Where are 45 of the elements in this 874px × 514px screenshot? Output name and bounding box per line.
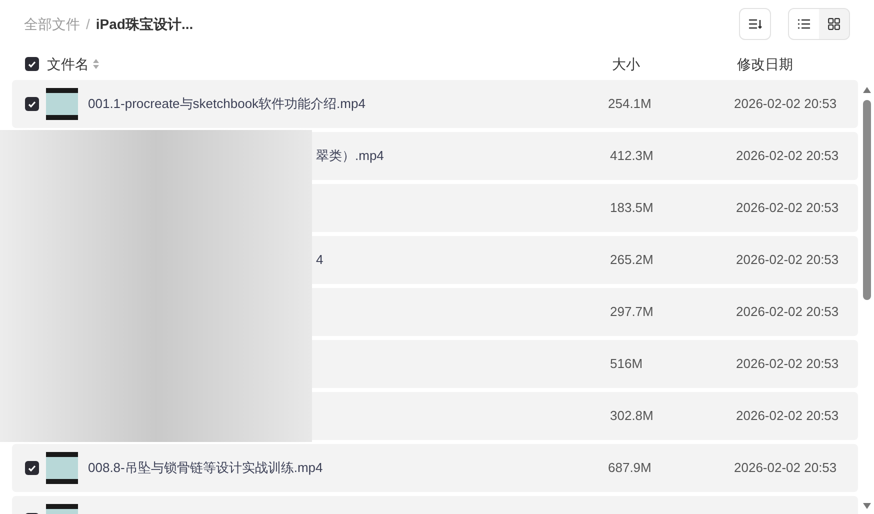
column-header: 修改日期: [737, 54, 793, 74]
file-size: 265.2M: [610, 251, 654, 270]
video-thumbnail: [46, 88, 78, 120]
checkmark-icon: [28, 60, 36, 68]
file-size: 302.8M: [610, 407, 654, 426]
modified-date: 2026-02-02 20:53: [736, 303, 839, 322]
video-thumbnail: [46, 452, 78, 484]
breadcrumb-current[interactable]: iPad珠宝设计...: [96, 14, 194, 34]
file-name[interactable]: 001.1-procreate与sketchbook软件功能介绍.mp4: [88, 94, 608, 114]
column-header: 大小: [612, 54, 641, 74]
sort-icon: [748, 18, 762, 30]
file-name[interactable]: 4: [316, 250, 610, 270]
file-size: 412.3M: [610, 147, 654, 166]
file-size: 516M: [610, 355, 644, 374]
list-view-button[interactable]: [789, 9, 819, 39]
file-name[interactable]: 翠类）.mp4: [316, 146, 610, 166]
file-row[interactable]: 001.1-procreate与sketchbook软件功能介绍.mp4 254.1M 2026-02-02 20:53: [12, 80, 858, 128]
sort-button[interactable]: [739, 8, 771, 40]
checkmark-icon: [28, 100, 36, 108]
file-name[interactable]: 008.8-吊坠与锁骨链等设计实战训练.mp4: [88, 458, 608, 478]
scroll-down-icon[interactable]: [862, 502, 872, 510]
checkmark-icon: [28, 464, 36, 472]
file-size: 297.7M: [610, 303, 654, 322]
modified-date: 2026-02-02 20:53: [736, 199, 839, 218]
sort-arrows-icon: [93, 59, 99, 69]
modified-date: 2026-02-02 20:53: [736, 355, 839, 374]
checkbox[interactable]: [25, 57, 39, 71]
modified-date: 2026-02-02 20:53: [734, 95, 837, 114]
modified-date: 2026-02-02 20:53: [734, 459, 837, 478]
scrollbar-thumb[interactable]: [863, 100, 871, 300]
file-row[interactable]: 008.8-吊坠与锁骨链等设计实战训练.mp4 687.9M 2026-02-02 20:53: [12, 444, 858, 492]
checkbox[interactable]: [25, 97, 39, 111]
checkbox[interactable]: [25, 461, 39, 475]
modified-date: 2026-02-02 20:53: [736, 147, 839, 166]
modified-date: 2026-02-02 20:53: [736, 251, 839, 270]
grid-icon: [828, 18, 840, 30]
file-size: 254.1M: [608, 95, 652, 114]
scrollbar[interactable]: [862, 86, 872, 510]
scroll-up-icon[interactable]: [862, 86, 872, 94]
file-size: 183.5M: [610, 199, 654, 218]
breadcrumb-separator: /: [86, 14, 90, 34]
column-header[interactable]: 文件名: [47, 54, 89, 74]
file-size: 687.9M: [608, 459, 652, 478]
modified-date: 2026-02-02 20:53: [736, 407, 839, 426]
list-icon: [798, 19, 810, 29]
